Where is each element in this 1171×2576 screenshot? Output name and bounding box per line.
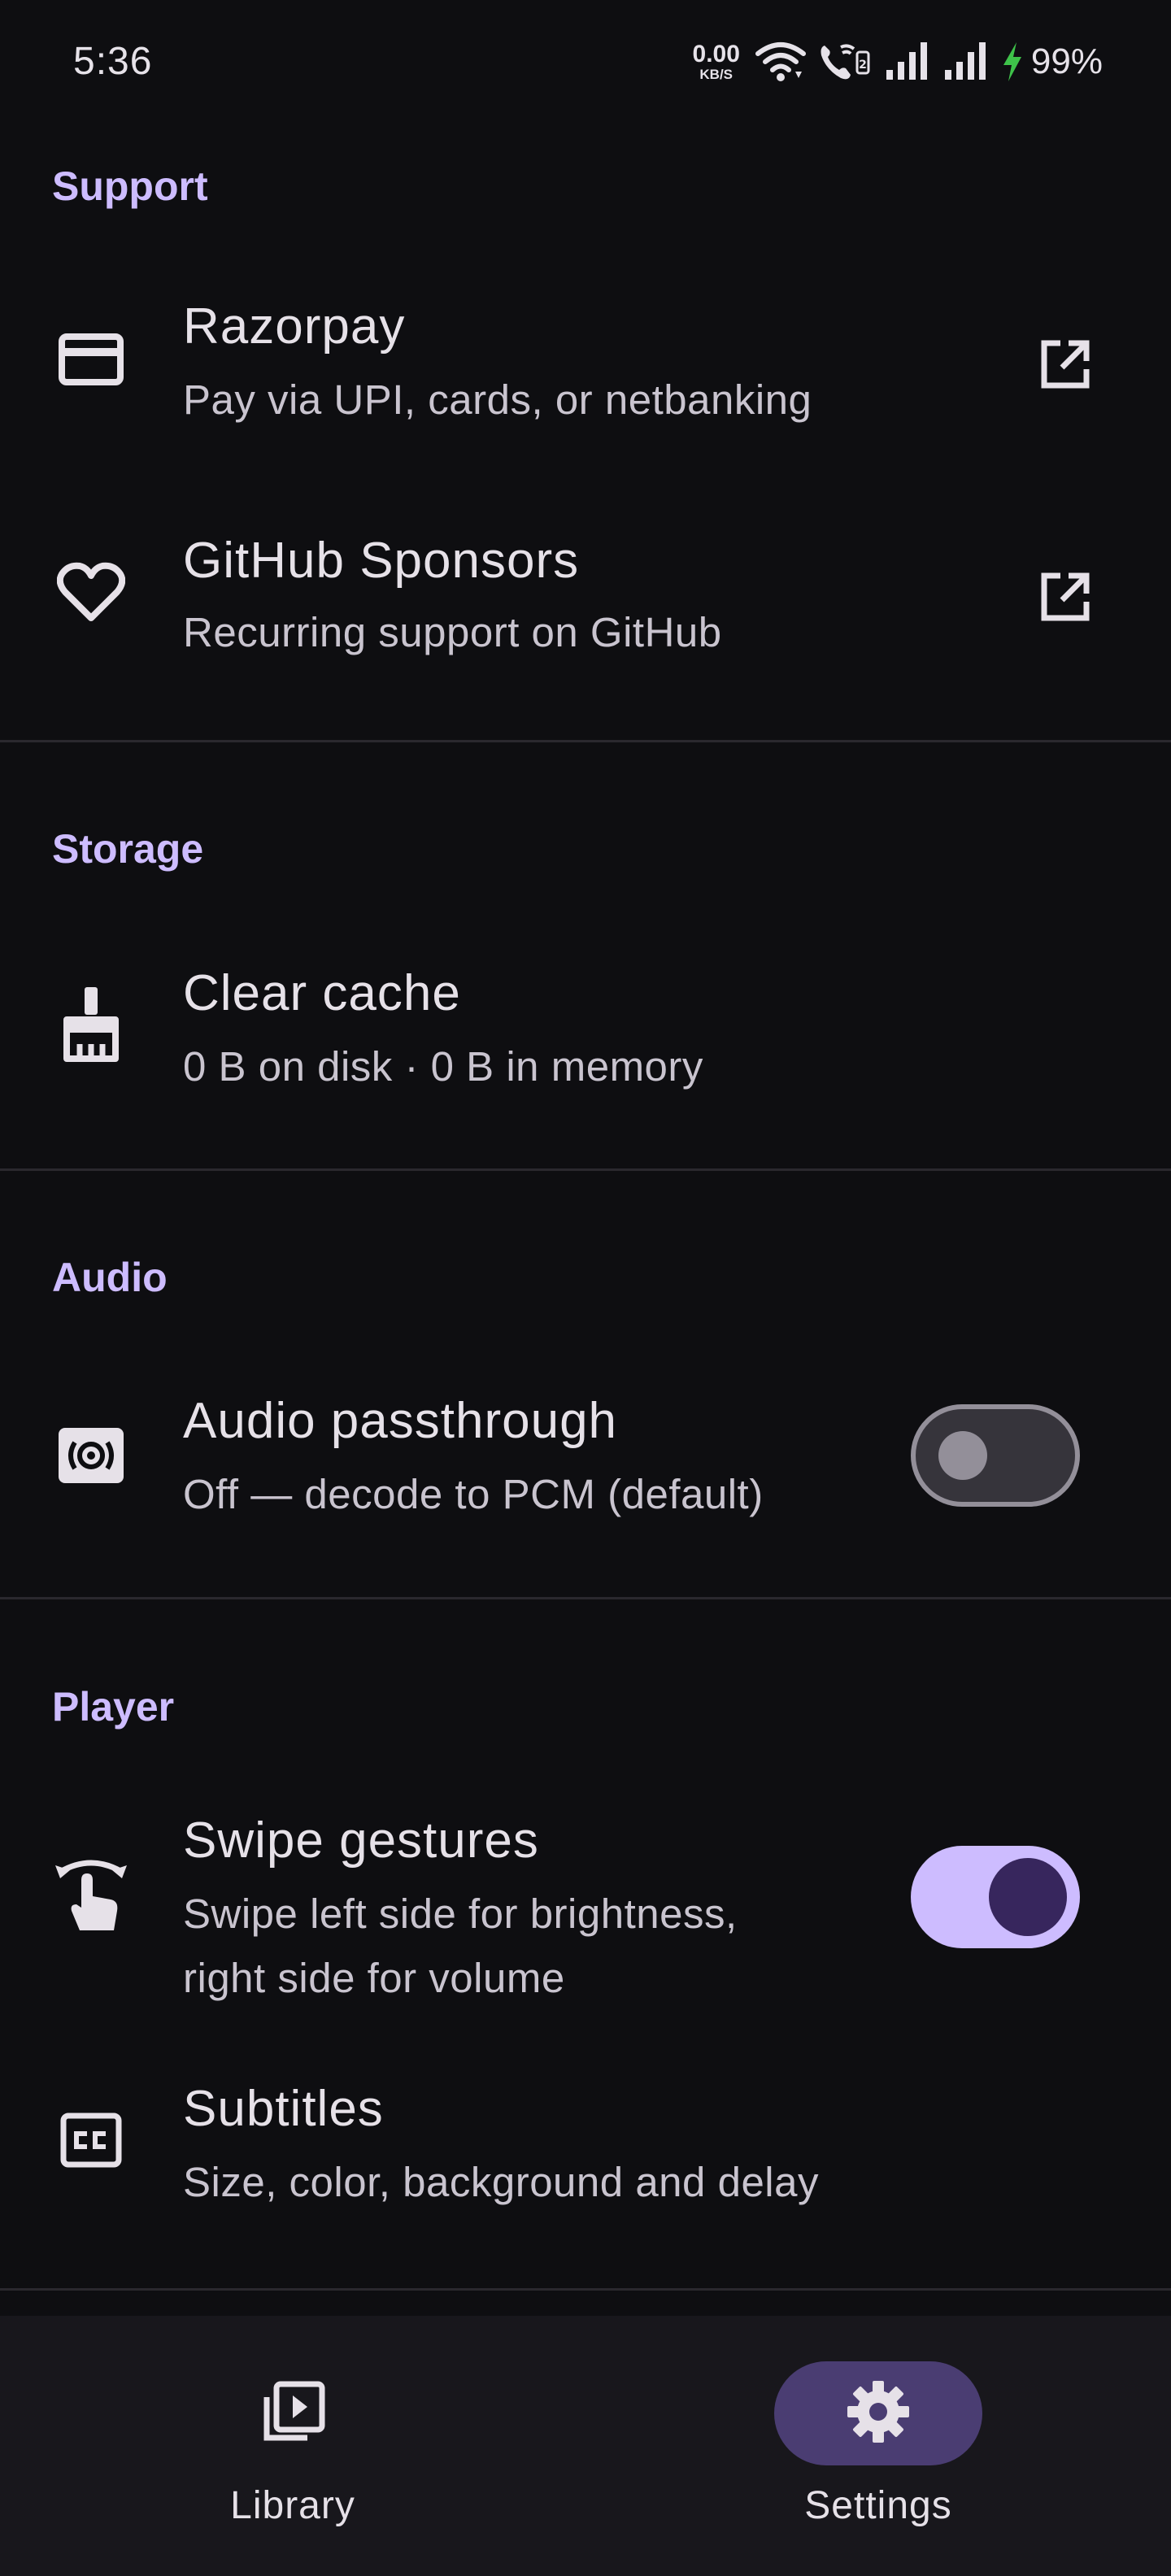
status-bar: 5:36 0.00 KB/S 2 99% — [0, 0, 1171, 130]
toggle-knob — [938, 1431, 987, 1480]
credit-card-icon — [52, 320, 130, 398]
divider — [0, 2288, 1171, 2291]
open-external-icon — [1036, 568, 1095, 626]
network-speed: 0.00 KB/S — [692, 41, 740, 82]
audio-passthrough-title: Audio passthrough — [183, 1393, 618, 1449]
clear-cache-title: Clear cache — [183, 965, 461, 1021]
divider — [0, 1597, 1171, 1599]
surround-sound-icon — [52, 1416, 130, 1495]
broom-icon — [52, 984, 130, 1062]
bottom-navigation: Library Settings — [0, 2316, 1171, 2576]
nav-library[interactable]: Library — [130, 2361, 455, 2528]
video-library-icon — [259, 2378, 327, 2450]
swipe-gestures-subtitle-line2: right side for volume — [183, 1955, 565, 2001]
nav-settings-indicator — [774, 2361, 982, 2465]
section-header-storage: Storage — [52, 826, 204, 872]
section-header-support: Support — [52, 163, 208, 209]
github-sponsors-subtitle: Recurring support on GitHub — [183, 609, 722, 655]
section-header-audio: Audio — [52, 1255, 168, 1300]
subtitles-subtitle: Size, color, background and delay — [183, 2159, 819, 2205]
audio-passthrough-subtitle: Off — decode to PCM (default) — [183, 1471, 764, 1517]
signal-icon — [883, 41, 930, 83]
charging-icon — [1000, 41, 1025, 83]
nav-settings[interactable]: Settings — [716, 2361, 1041, 2528]
razorpay-title: Razorpay — [183, 298, 406, 355]
signal-icon — [942, 41, 989, 83]
svg-text:2: 2 — [859, 59, 867, 72]
audio-passthrough-toggle[interactable] — [911, 1404, 1080, 1507]
github-sponsors-title: GitHub Sponsors — [183, 533, 580, 589]
swipe-gestures-subtitle: Swipe left side for brightness, right si… — [183, 1882, 915, 2010]
swipe-gestures-item[interactable]: Swipe gestures Swipe left side for brigh… — [0, 1797, 1171, 2008]
wifi-icon — [755, 41, 807, 83]
swipe-gestures-title: Swipe gestures — [183, 1812, 539, 1869]
razorpay-item[interactable]: Razorpay Pay via UPI, cards, or netbanki… — [0, 276, 1171, 455]
swipe-gesture-icon — [52, 1856, 130, 1934]
open-external-icon — [1036, 335, 1095, 394]
subtitles-item[interactable]: Subtitles Size, color, background and de… — [0, 2057, 1171, 2236]
nav-library-label: Library — [230, 2484, 355, 2527]
status-time: 5:36 — [73, 40, 153, 83]
github-sponsors-item[interactable]: GitHub Sponsors Recurring support on Git… — [0, 512, 1171, 691]
nav-settings-label: Settings — [804, 2484, 952, 2527]
wifi-calling-icon: 2 — [818, 41, 872, 83]
network-speed-value: 0.00 — [692, 41, 740, 67]
status-icons: 0.00 KB/S 2 99% — [693, 37, 1103, 86]
nav-library-indicator — [189, 2361, 397, 2465]
network-speed-unit: KB/S — [699, 67, 734, 82]
closed-caption-icon — [52, 2101, 130, 2179]
swipe-gestures-toggle[interactable] — [911, 1846, 1080, 1948]
swipe-gestures-subtitle-line1: Swipe left side for brightness, — [183, 1891, 738, 1937]
gear-icon — [844, 2378, 912, 2450]
toggle-knob — [989, 1858, 1067, 1936]
section-header-player: Player — [52, 1684, 175, 1730]
battery-percent: 99% — [1030, 41, 1103, 81]
clear-cache-item[interactable]: Clear cache 0 B on disk · 0 B in memory — [0, 943, 1171, 1122]
razorpay-subtitle: Pay via UPI, cards, or netbanking — [183, 376, 812, 423]
divider — [0, 740, 1171, 742]
heart-icon — [52, 553, 130, 631]
subtitles-title: Subtitles — [183, 2081, 384, 2137]
audio-passthrough-item[interactable]: Audio passthrough Off — decode to PCM (d… — [0, 1371, 1171, 1550]
divider — [0, 1168, 1171, 1171]
clear-cache-subtitle: 0 B on disk · 0 B in memory — [183, 1043, 703, 1090]
